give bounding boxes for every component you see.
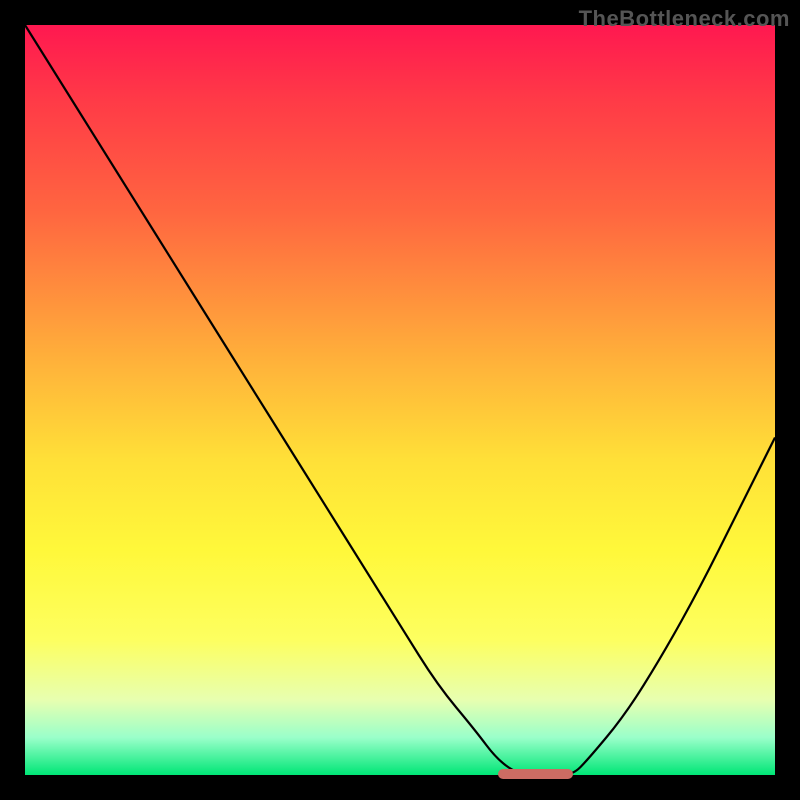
chart-plot-area: [25, 25, 775, 775]
minimum-region-band: [498, 769, 573, 779]
chart-curve-svg: [25, 25, 775, 775]
bottleneck-curve: [25, 25, 775, 775]
watermark-text: TheBottleneck.com: [579, 6, 790, 32]
